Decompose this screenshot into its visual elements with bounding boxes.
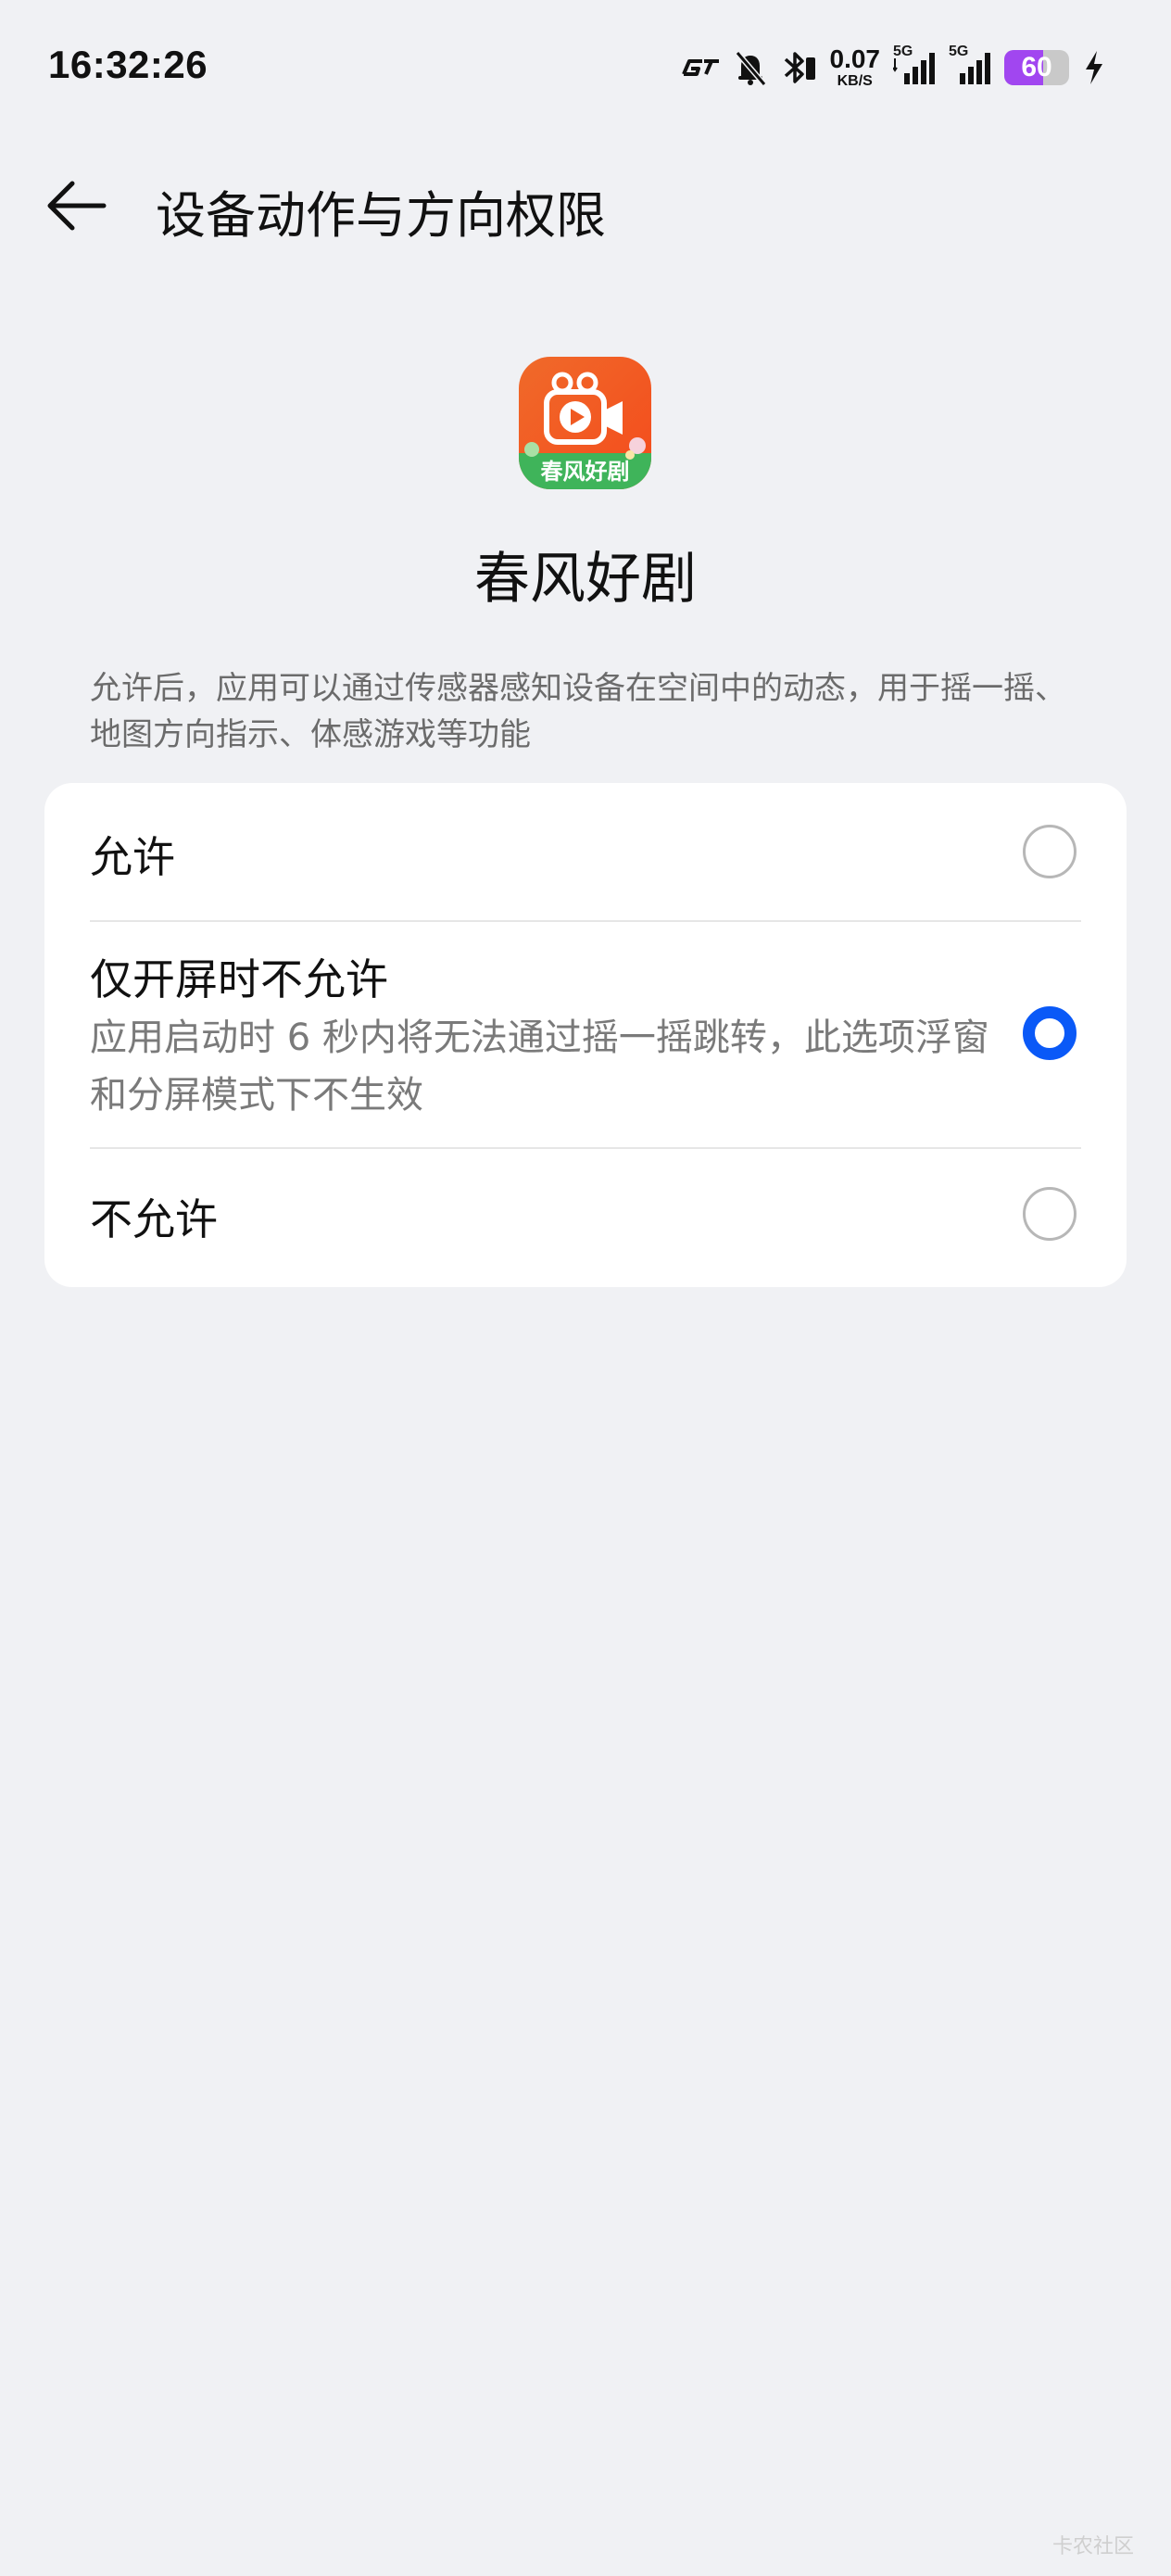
battery-level: 60 bbox=[1021, 52, 1052, 82]
signal-icon: 5G bbox=[893, 44, 936, 86]
arrow-left-icon bbox=[47, 181, 107, 231]
page-title: 设备动作与方向权限 bbox=[156, 186, 606, 245]
permission-description: 允许后，应用可以通过传感器感知设备在空间中的动态，用于摇一摇、地图方向指示、体感… bbox=[90, 670, 1066, 753]
option-deny-on-launch-radio[interactable] bbox=[1023, 1006, 1077, 1060]
back-button[interactable] bbox=[39, 169, 113, 243]
signal-icon: 5G bbox=[949, 44, 991, 86]
status-time: 16:32:26 bbox=[48, 43, 208, 86]
option-allow-radio[interactable] bbox=[1023, 825, 1077, 878]
signal-label: 5G bbox=[949, 44, 969, 59]
watermark: 卡农社区 bbox=[1051, 2535, 1134, 2558]
net-speed: 0.07 KB/S bbox=[830, 46, 881, 89]
option-deny-on-launch-title: 仅开屏时不允许 bbox=[90, 954, 388, 1004]
option-deny-title: 不允许 bbox=[90, 1194, 218, 1244]
option-deny[interactable]: 不允许 bbox=[44, 1149, 1127, 1287]
option-allow-title: 允许 bbox=[90, 832, 175, 882]
signal-label: 5G bbox=[893, 44, 913, 59]
net-speed-unit: KB/S bbox=[837, 73, 873, 89]
battery-icon: 60 bbox=[1004, 50, 1069, 85]
gt-icon bbox=[680, 57, 721, 78]
app-name: 春风好剧 bbox=[474, 547, 697, 612]
option-deny-on-launch[interactable]: 仅开屏时不允许 应用启动时 6 秒内将无法通过摇一摇跳转，此选项浮窗和分屏模式下… bbox=[44, 922, 1127, 1144]
permission-options-card: 允许 仅开屏时不允许 应用启动时 6 秒内将无法通过摇一摇跳转，此选项浮窗和分屏… bbox=[44, 783, 1127, 1287]
charging-icon bbox=[1082, 49, 1106, 86]
net-speed-value: 0.07 bbox=[829, 44, 881, 73]
app-icon: 春风好剧 bbox=[519, 357, 651, 489]
option-deny-on-launch-subtitle: 应用启动时 6 秒内将无法通过摇一摇跳转，此选项浮窗和分屏模式下不生效 bbox=[90, 1017, 989, 1117]
option-deny-radio[interactable] bbox=[1023, 1187, 1077, 1241]
option-allow[interactable]: 允许 bbox=[44, 783, 1127, 920]
app-icon-text: 春风好剧 bbox=[541, 459, 630, 485]
status-icons: 0.07 KB/S 5G 5G 60 bbox=[680, 44, 1107, 91]
header: 设备动作与方向权限 bbox=[0, 148, 1171, 259]
bluetooth-icon bbox=[780, 48, 817, 87]
status-bar: 16:32:26 0.07 KB/S 5G 5G 60 bbox=[0, 0, 1171, 130]
bell-muted-icon bbox=[734, 49, 767, 86]
